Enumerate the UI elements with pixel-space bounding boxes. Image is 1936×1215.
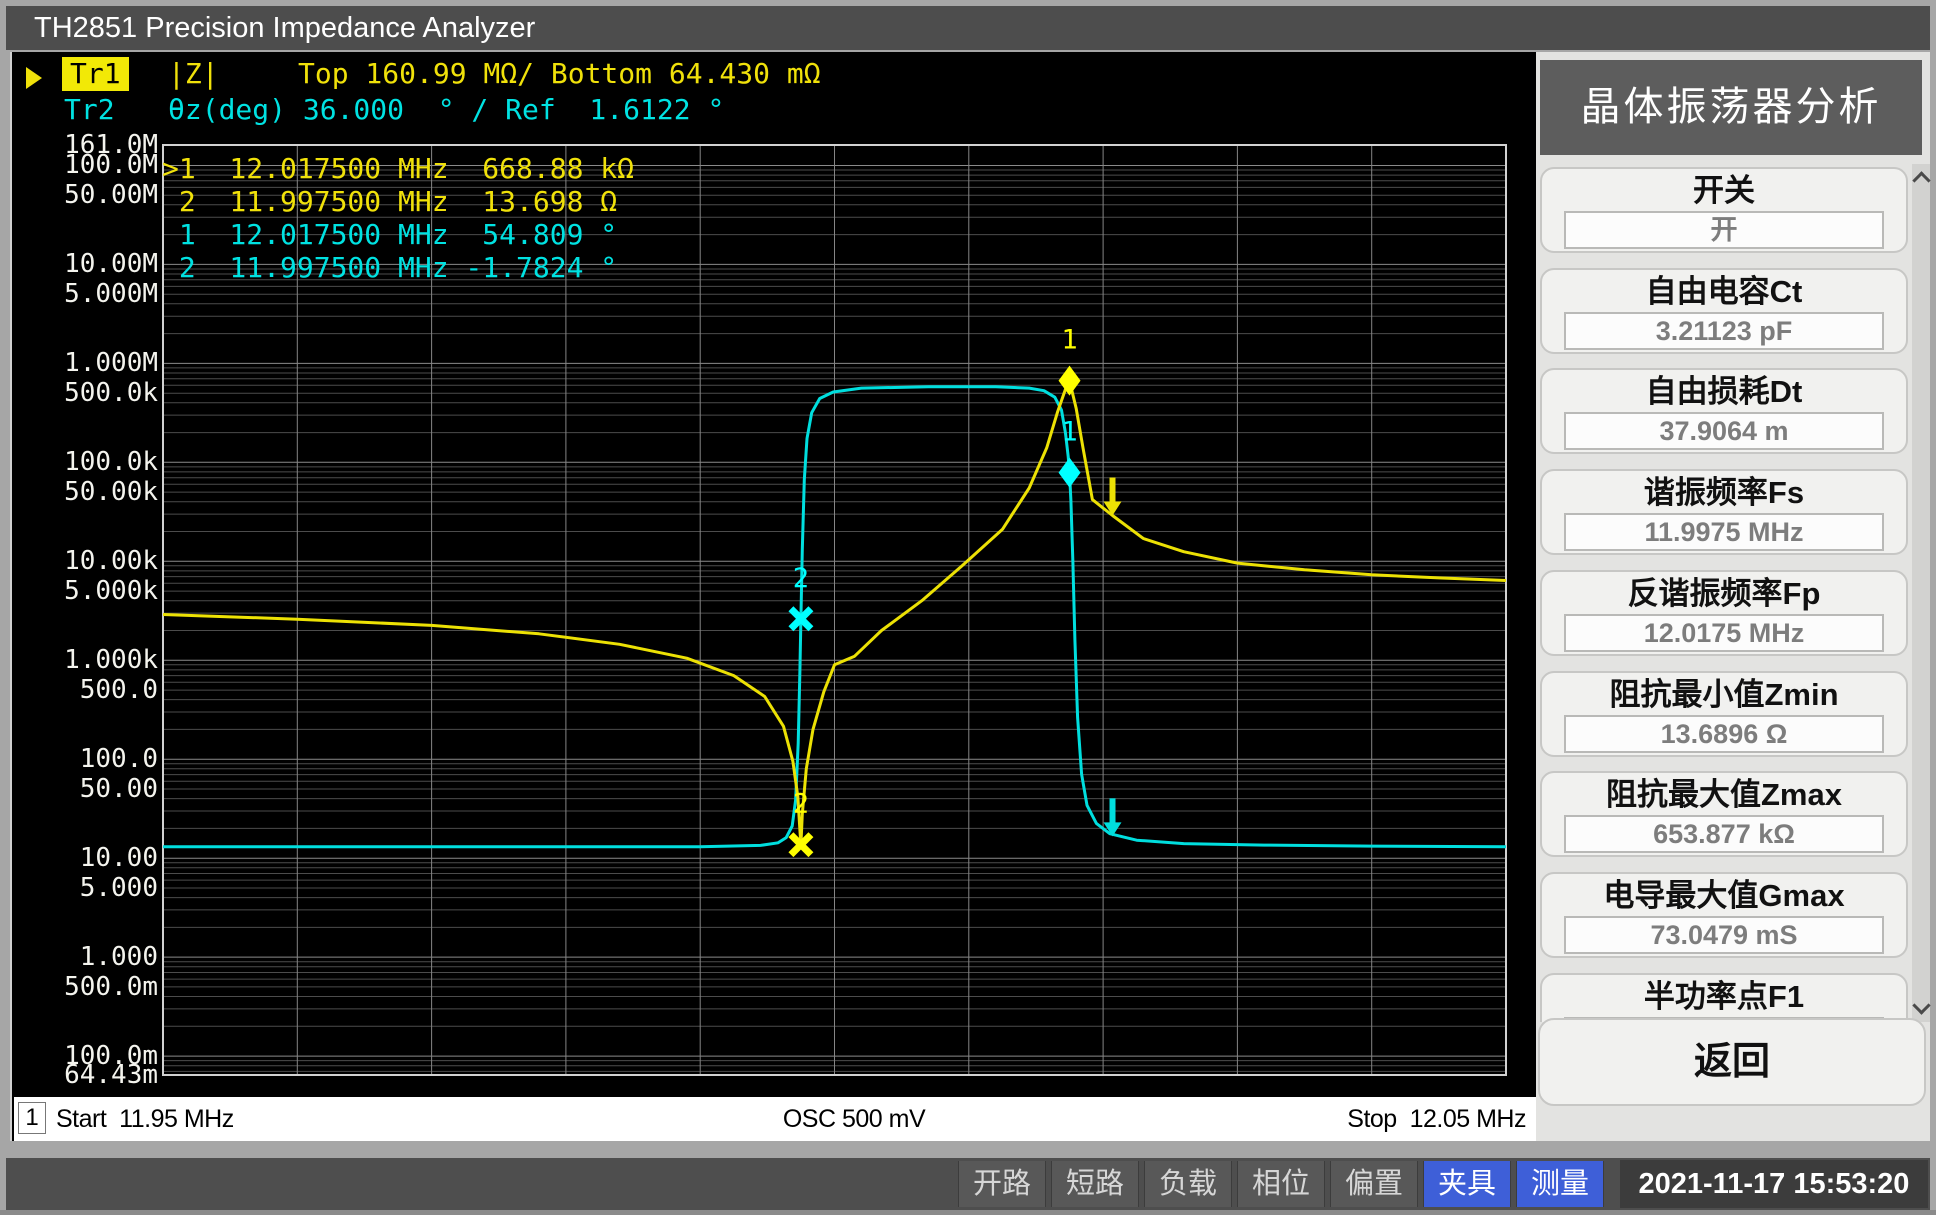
y-axis-label: 100.0M (12, 152, 158, 178)
card-title: 电导最大值Gmax (1542, 878, 1906, 914)
card-value: 73.0479 mS (1564, 916, 1884, 954)
marker-number-label: 2 (793, 563, 809, 594)
osc-level-label: OSC 500 mV (754, 1097, 954, 1141)
y-axis-label: 5.000 (12, 875, 158, 901)
y-axis-label: 64.43m (12, 1062, 158, 1088)
back-button[interactable]: 返回 (1538, 1018, 1926, 1106)
datetime-display: 2021-11-17 15:53:20 (1620, 1160, 1928, 1208)
y-axis-label: 50.00 (12, 776, 158, 802)
panel-card-7[interactable]: 阻抗最大值Zmax653.877 kΩ (1540, 771, 1908, 857)
card-title: 谐振频率Fs (1542, 475, 1906, 511)
panel-card-9[interactable]: 半功率点F1 (1540, 973, 1908, 1022)
panel-card-5[interactable]: 反谐振频率Fp12.0175 MHz (1540, 570, 1908, 656)
grid (163, 145, 1506, 1075)
y-axis-label: 1.000k (12, 647, 158, 673)
marker-readout-line: 2 11.997500 MHz 13.698 Ω (162, 185, 634, 218)
marker-readout-line: >1 12.017500 MHz 668.88 kΩ (162, 152, 634, 185)
y-axis-label: 1.000M (12, 350, 158, 376)
y-axis-label: 500.0k (12, 380, 158, 406)
panel-scrollbar[interactable] (1912, 164, 1930, 1022)
card-value: 37.9064 m (1564, 412, 1884, 450)
y-axis-label: 1.000 (12, 944, 158, 970)
y-axis-label: 10.00 (12, 845, 158, 871)
panel-card-8[interactable]: 电导最大值Gmax73.0479 mS (1540, 872, 1908, 958)
sweep-start-label: Start 11.95 MHz (56, 1097, 234, 1141)
card-value: 13.6896 Ω (1564, 715, 1884, 753)
card-title: 自由电容Ct (1542, 274, 1906, 310)
y-axis-label: 500.0m (12, 974, 158, 1000)
card-title: 半功率点F1 (1542, 979, 1906, 1015)
panel-card-3[interactable]: 自由损耗Dt37.9064 m (1540, 368, 1908, 454)
sweep-stop-label: Stop 12.05 MHz (1347, 1097, 1526, 1141)
y-axis-label: 500.0 (12, 677, 158, 703)
marker-number-label: 2 (793, 789, 809, 820)
y-axis-label: 10.00k (12, 548, 158, 574)
y-axis-label: 100.0k (12, 449, 158, 475)
taskbar-button-2[interactable]: 短路 (1051, 1161, 1139, 1207)
y-axis-label: 10.00M (12, 251, 158, 277)
taskbar-button-4[interactable]: 相位 (1237, 1161, 1325, 1207)
taskbar-button-1[interactable]: 开路 (958, 1161, 1046, 1207)
panel-card-2[interactable]: 自由电容Ct3.21123 pF (1540, 268, 1908, 354)
panel-card-6[interactable]: 阻抗最小值Zmin13.6896 Ω (1540, 671, 1908, 757)
marker-number-label: 1 (1061, 417, 1077, 448)
card-title: 开关 (1542, 173, 1906, 209)
taskbar-button-6[interactable]: 夹具 (1423, 1161, 1511, 1207)
y-axis-label: 50.00k (12, 479, 158, 505)
card-value: 开 (1564, 211, 1884, 249)
chart-region: 1 2 1 2 Tr1 |Z| Top 160.99 MΩ/ Bottom 64.… (10, 52, 1536, 1141)
taskbar-button-5[interactable]: 偏置 (1330, 1161, 1418, 1207)
taskbar-button-3[interactable]: 负载 (1144, 1161, 1232, 1207)
trace1-scale-text: Top 160.99 MΩ/ Bottom 64.430 mΩ (298, 57, 821, 91)
card-title: 阻抗最大值Zmax (1542, 777, 1906, 813)
taskbar-button-7[interactable]: 测量 (1516, 1161, 1604, 1207)
panel-title: 晶体振荡器分析 (1540, 60, 1922, 155)
card-value: 12.0175 MHz (1564, 614, 1884, 652)
active-trace-arrow-icon (26, 67, 42, 89)
marker-1-tr1[interactable]: 1 (1059, 325, 1081, 396)
trace1-parameter: |Z| (168, 57, 219, 91)
bottom-strip (0, 1210, 1936, 1215)
sweep-status-bar: 1 Start 11.95 MHz OSC 500 mV Stop 12.05 … (14, 1097, 1536, 1141)
window-title: TH2851 Precision Impedance Analyzer (34, 6, 535, 50)
panel-card-4[interactable]: 谐振频率Fs11.9975 MHz (1540, 469, 1908, 555)
y-axis-label: 5.000M (12, 281, 158, 307)
instrument-screen: TH2851 Precision Impedance Analyzer 1 21… (0, 0, 1936, 1215)
function-panel: 晶体振荡器分析 开关开自由电容Ct3.21123 pF 自由损耗Dt37.9064… (1536, 52, 1930, 1141)
channel-indicator: 1 (18, 1102, 46, 1134)
y-axis-label: 5.000k (12, 578, 158, 604)
card-value: 3.21123 pF (1564, 312, 1884, 350)
taskbar-buttons: 开路短路负载相位偏置夹具测量 (953, 1161, 1604, 1207)
bottom-taskbar: 开路短路负载相位偏置夹具测量 2021-11-17 15:53:20 (6, 1158, 1930, 1210)
marker-readout-line: 1 12.017500 MHz 54.809 ° (162, 218, 634, 251)
trace2-name[interactable]: Tr2 (64, 93, 115, 127)
chevron-down-icon[interactable] (1912, 996, 1930, 1014)
title-bar: TH2851 Precision Impedance Analyzer (6, 6, 1930, 50)
card-value: 11.9975 MHz (1564, 513, 1884, 551)
panel-card-list: 开关开自由电容Ct3.21123 pF 自由损耗Dt37.9064 m 谐振频率Fs… (1536, 164, 1912, 1022)
card-title: 自由损耗Dt (1542, 374, 1906, 410)
trace2-scale-text: θz(deg) 36.000 ° / Ref 1.6122 ° (168, 93, 724, 127)
trace1-name-chip[interactable]: Tr1 (62, 57, 129, 91)
card-title: 阻抗最小值Zmin (1542, 677, 1906, 713)
y-axis-label: 50.00M (12, 182, 158, 208)
y-axis-label: 100.0 (12, 746, 158, 772)
chevron-up-icon[interactable] (1912, 171, 1930, 189)
panel-card-1[interactable]: 开关开 (1540, 167, 1908, 253)
marker-1-tr2[interactable]: 1 (1059, 417, 1081, 488)
marker-readout-line: 2 11.997500 MHz -1.7824 ° (162, 251, 634, 284)
marker-readout-list: >1 12.017500 MHz 668.88 kΩ 2 11.997500 M… (162, 152, 634, 284)
card-value: 653.877 kΩ (1564, 815, 1884, 853)
marker-number-label: 1 (1061, 325, 1077, 356)
card-title: 反谐振频率Fp (1542, 576, 1906, 612)
